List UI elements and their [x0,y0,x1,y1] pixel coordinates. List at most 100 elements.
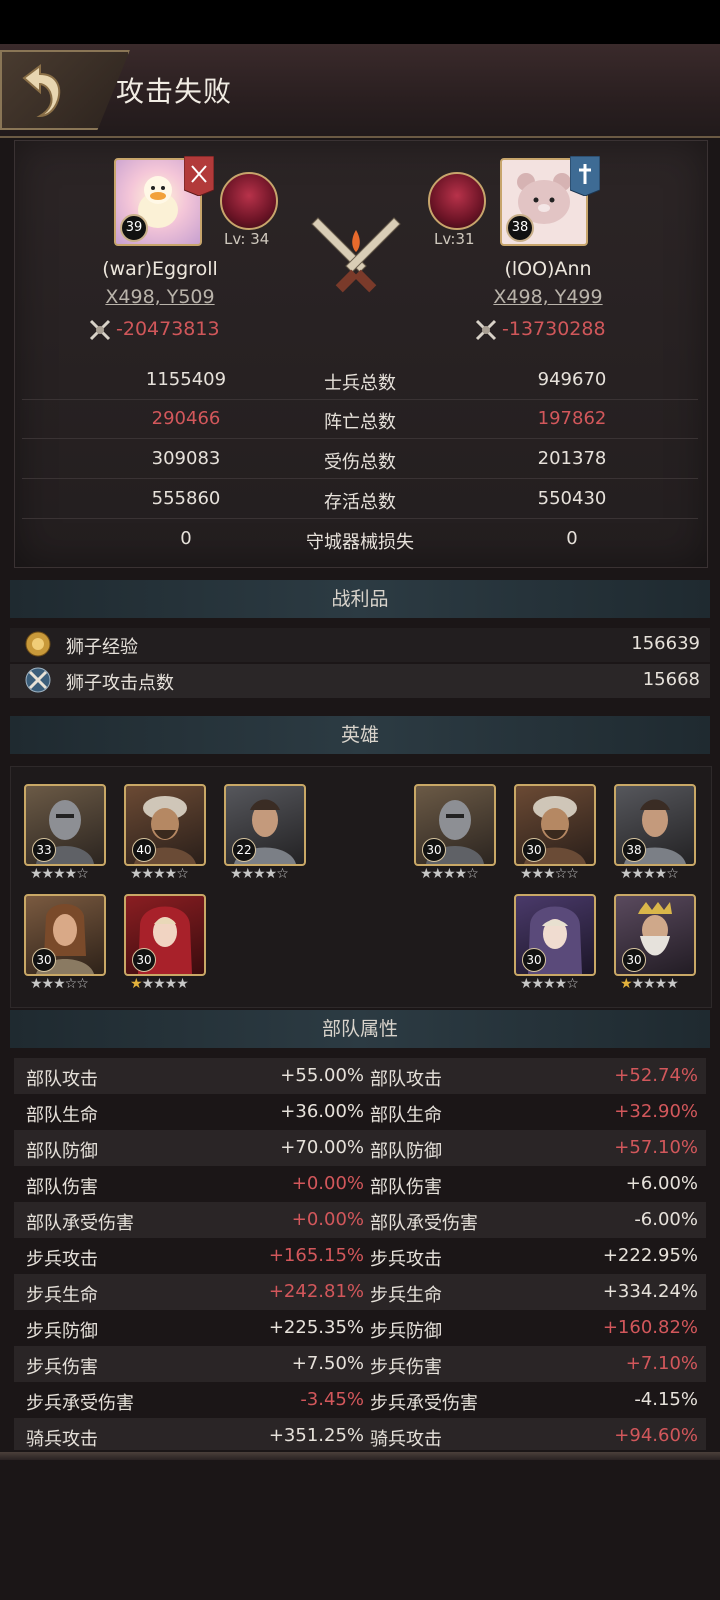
stat-right-value: 949670 [537,369,607,390]
attribute-left-value: +70.00% [280,1137,364,1158]
defender-coords-link[interactable]: X498, Y499 [448,286,648,308]
defender-level-badge: 38 [506,214,534,242]
hero-portrait[interactable]: 30 [514,894,596,976]
attribute-left-label: 部队伤害 [26,1177,98,1198]
hero-stars: ★★★★☆ [30,866,89,882]
attribute-right-value: -6.00% [634,1209,698,1230]
attribute-right-label: 部队承受伤害 [370,1213,478,1234]
hero-level-badge: 30 [32,948,56,972]
attribute-left-label: 部队承受伤害 [26,1213,134,1234]
back-arrow-icon[interactable] [10,60,70,120]
attribute-left-label: 步兵伤害 [26,1357,98,1378]
hero-stars: ★★★★☆ [620,866,679,882]
attacker-name: (war)Eggroll [102,258,218,280]
defender-lion-icon[interactable] [428,172,486,230]
attribute-right-value: +94.60% [614,1425,698,1446]
attribute-left-label: 骑兵攻击 [26,1429,98,1450]
attribute-right-value: +32.90% [614,1101,698,1122]
attribute-right-value: +222.95% [602,1245,698,1266]
attribute-left-value: +225.35% [268,1317,364,1338]
stat-row: 290466 阵亡总数 197862 [22,399,698,439]
attribute-row: 步兵防御 +225.35% 步兵防御 +160.82% [14,1310,706,1346]
attribute-left-value: +7.50% [291,1353,364,1374]
attribute-row: 部队防御 +70.00% 部队防御 +57.10% [14,1130,706,1166]
hero-stars: ★★★★☆ [130,866,189,882]
crossed-swords-icon [311,217,401,293]
hero-portrait[interactable]: 30 [414,784,496,866]
stat-label: 阵亡总数 [324,412,396,433]
attribute-right-label: 部队生命 [370,1105,442,1126]
stat-label: 受伤总数 [324,452,396,473]
stat-left-value: 309083 [151,448,221,469]
hero-stars: ★★★★★ [620,976,679,992]
page-title: 攻击失败 [116,75,233,108]
attacker-power-icon [89,319,111,341]
loot-row: 狮子攻击点数 15668 [10,664,710,698]
attribute-right-value: -4.15% [634,1389,698,1410]
hero-stars: ★★★★☆ [520,976,579,992]
attribute-right-label: 步兵伤害 [370,1357,442,1378]
attribute-right-label: 部队伤害 [370,1177,442,1198]
attribute-right-label: 步兵攻击 [370,1249,442,1270]
heroes-panel [10,766,712,1008]
hero-stars: ★★★★☆ [420,866,479,882]
attribute-right-value: +7.10% [625,1353,698,1374]
heroes-section-header: 英雄 [10,716,710,754]
hero-portrait[interactable]: 30 [514,784,596,866]
hero-level-badge: 30 [132,948,156,972]
hero-level-badge: 38 [622,838,646,862]
attribute-left-label: 步兵承受伤害 [26,1393,134,1414]
attacker-lion-icon[interactable] [220,172,278,230]
lion-attack-points-icon [25,667,51,693]
scroll-bottom-edge [0,1452,720,1460]
stat-left-value: 1155409 [145,369,227,390]
attribute-row: 步兵伤害 +7.50% 步兵伤害 +7.10% [14,1346,706,1382]
hero-portrait[interactable]: 38 [614,784,696,866]
defender-flag-icon [569,155,601,197]
stat-right-value: 550430 [537,488,607,509]
attribute-right-value: +160.82% [602,1317,698,1338]
attribute-right-label: 骑兵攻击 [370,1429,442,1450]
stat-right-value: 201378 [537,448,607,469]
defender-lion-level: Lv:31 [434,230,475,248]
attacker-coords-link[interactable]: X498, Y509 [60,286,260,308]
defender-power-loss: -13730288 [502,318,606,340]
attribute-right-value: +52.74% [614,1065,698,1086]
stat-left-value: 0 [180,528,192,549]
hero-stars: ★★★☆☆ [520,866,579,882]
hero-portrait[interactable]: 22 [224,784,306,866]
attribute-right-label: 步兵承受伤害 [370,1393,478,1414]
stat-row: 1155409 士兵总数 949670 [22,360,698,400]
attribute-left-value: +36.00% [280,1101,364,1122]
attribute-row: 步兵承受伤害 -3.45% 步兵承受伤害 -4.15% [14,1382,706,1418]
stat-row: 555860 存活总数 550430 [22,479,698,519]
attribute-right-label: 步兵生命 [370,1285,442,1306]
hero-level-badge: 30 [622,948,646,972]
hero-portrait[interactable]: 30 [614,894,696,976]
hero-level-badge: 33 [32,838,56,862]
hero-stars: ★★★☆☆ [30,976,89,992]
hero-stars: ★★★★★ [130,976,189,992]
attacker-power-loss: -20473813 [116,318,220,340]
loot-value: 15668 [642,669,700,690]
attribute-row: 部队承受伤害 +0.00% 部队承受伤害 -6.00% [14,1202,706,1238]
hero-portrait[interactable]: 40 [124,784,206,866]
hero-portrait[interactable]: 33 [24,784,106,866]
attribute-left-label: 步兵防御 [26,1321,98,1342]
attribute-right-value: +57.10% [614,1137,698,1158]
loot-value: 156639 [631,633,700,654]
hero-level-badge: 40 [132,838,156,862]
attacker-level-badge: 39 [120,214,148,242]
hero-portrait[interactable]: 30 [24,894,106,976]
stat-right-value: 0 [566,528,578,549]
hero-level-badge: 22 [232,838,256,862]
attribute-left-value: +0.00% [291,1209,364,1230]
attribute-left-value: +165.15% [268,1245,364,1266]
attribute-row: 部队攻击 +55.00% 部队攻击 +52.74% [14,1058,706,1094]
attacker-flag-icon [183,155,215,197]
hero-portrait[interactable]: 30 [124,894,206,976]
hero-level-badge: 30 [522,838,546,862]
stat-label: 存活总数 [324,492,396,513]
attribute-row: 部队伤害 +0.00% 部队伤害 +6.00% [14,1166,706,1202]
loot-section-header: 战利品 [10,580,710,618]
